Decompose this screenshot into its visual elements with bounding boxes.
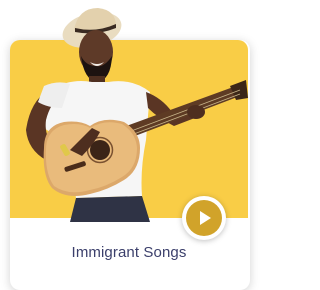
guitarist-image bbox=[26, 8, 248, 222]
card-title[interactable]: Immigrant Songs bbox=[10, 244, 248, 261]
play-icon bbox=[200, 211, 211, 225]
play-button[interactable] bbox=[182, 196, 226, 240]
